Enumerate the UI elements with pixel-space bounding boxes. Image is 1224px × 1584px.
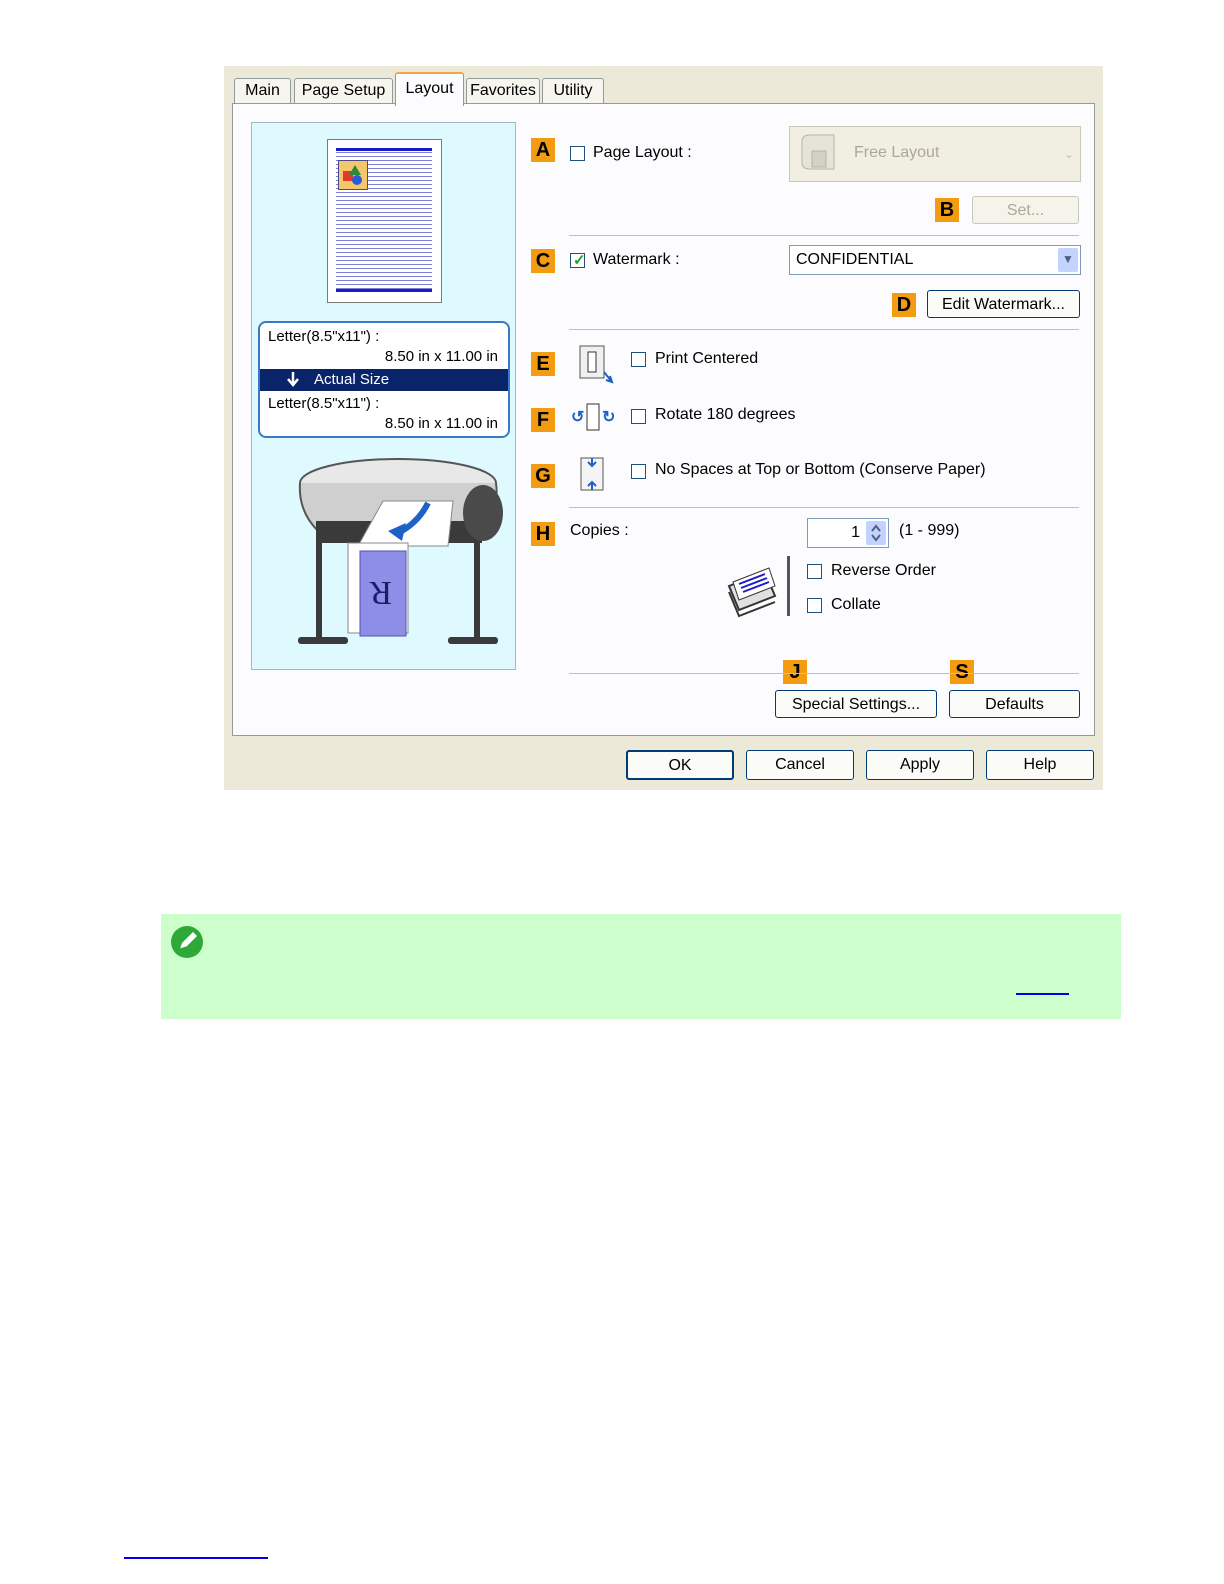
page-layout-label: Page Layout : [593,144,692,161]
output-size-label: Letter(8.5"x11") : [268,395,380,412]
svg-text:↻: ↻ [602,409,615,426]
marker-e: E [531,352,555,376]
paper-size-label: Letter(8.5"x11") : [268,328,380,345]
cancel-button[interactable]: Cancel [746,750,854,780]
reverse-order-checkbox[interactable] [807,564,822,579]
paper-size-dimensions: 8.50 in x 11.00 in [384,348,498,365]
marker-b: B [935,198,959,222]
edit-watermark-button[interactable]: Edit Watermark... [927,290,1080,318]
separator [569,235,1079,236]
free-layout-icon [796,133,840,180]
marker-c: C [531,249,555,273]
page-preview-thumbnail [327,139,442,303]
apply-button[interactable]: Apply [866,750,974,780]
page-layout-value: Free Layout [854,144,940,161]
tab-main[interactable]: Main [234,78,291,103]
watermark-checkbox[interactable]: ✓ [570,252,586,269]
rotate-180-checkbox[interactable] [631,409,646,424]
separator [569,673,1079,674]
chevron-down-icon: ⌄ [1063,147,1074,161]
image-thumbnail-icon [338,160,368,190]
tab-utility[interactable]: Utility [542,78,604,103]
tab-layout[interactable]: Layout [395,72,464,106]
copies-label: Copies : [570,522,629,539]
large-format-printer-image: R [288,451,508,671]
rotate-180-label: Rotate 180 degrees [655,406,796,423]
print-centered-checkbox[interactable] [631,352,646,367]
help-button[interactable]: Help [986,750,1094,780]
marker-j: J [783,660,807,684]
ok-button[interactable]: OK [626,750,734,780]
output-size-dimensions: 8.50 in x 11.00 in [384,415,498,432]
no-spaces-label: No Spaces at Top or Bottom (Conserve Pap… [655,461,986,478]
page-layout-select[interactable]: Free Layout ⌄ [789,126,1081,182]
note-box [161,914,1121,1019]
marker-g: G [531,464,555,488]
tab-favorites[interactable]: Favorites [466,78,540,103]
reverse-order-label: Reverse Order [831,562,936,579]
note-pencil-icon [171,926,203,958]
note-link[interactable] [1016,993,1069,995]
defaults-button[interactable]: Defaults [949,690,1080,718]
copies-value: 1 [851,524,860,541]
special-settings-button[interactable]: Special Settings... [775,690,937,718]
conserve-paper-icon [579,454,607,499]
collate-label: Collate [831,596,881,613]
copies-spinner[interactable]: 1 [807,518,889,548]
print-centered-label: Print Centered [655,350,759,367]
watermark-label: Watermark : [593,251,680,268]
chevron-down-icon: ▼ [1058,248,1078,272]
svg-text:↺: ↺ [571,409,584,426]
spinner-arrows-icon[interactable] [866,521,886,545]
page-layout-checkbox[interactable] [570,146,585,161]
marker-s: S [950,660,974,684]
print-preview-area: Letter(8.5"x11") : 8.50 in x 11.00 in Ac… [251,122,516,670]
size-mode-row: Actual Size [260,369,508,391]
arrow-down-icon [286,369,300,396]
svg-text:R: R [369,574,392,611]
print-centered-icon [578,344,614,389]
marker-d: D [892,293,916,317]
separator [569,507,1079,508]
copies-range: (1 - 999) [899,522,960,539]
rotate-icon: ↺ ↻ [571,402,617,437]
size-mode-label: Actual Size [314,371,390,388]
no-spaces-checkbox[interactable] [631,464,646,479]
marker-a: A [531,138,555,162]
watermark-select[interactable]: CONFIDENTIAL ▼ [789,245,1081,275]
paper-size-info: Letter(8.5"x11") : 8.50 in x 11.00 in Ac… [258,321,510,438]
page-preview-bottom-bar [336,289,432,292]
marker-f: F [531,408,555,432]
page-preview-top-bar [336,148,432,151]
layout-panel: Letter(8.5"x11") : 8.50 in x 11.00 in Ac… [232,103,1095,736]
collate-checkbox[interactable] [807,598,822,613]
tab-page-setup[interactable]: Page Setup [294,78,393,103]
bottom-link[interactable] [124,1557,268,1559]
checkmark-icon: ✓ [573,252,586,269]
set-button[interactable]: Set... [972,196,1079,224]
printer-properties-dialog: Main Page Setup Layout Favorites Utility [224,66,1103,790]
separator [569,329,1079,330]
watermark-value: CONFIDENTIAL [796,251,914,268]
marker-h: H [531,522,555,546]
stacked-copies-icon [725,556,795,623]
